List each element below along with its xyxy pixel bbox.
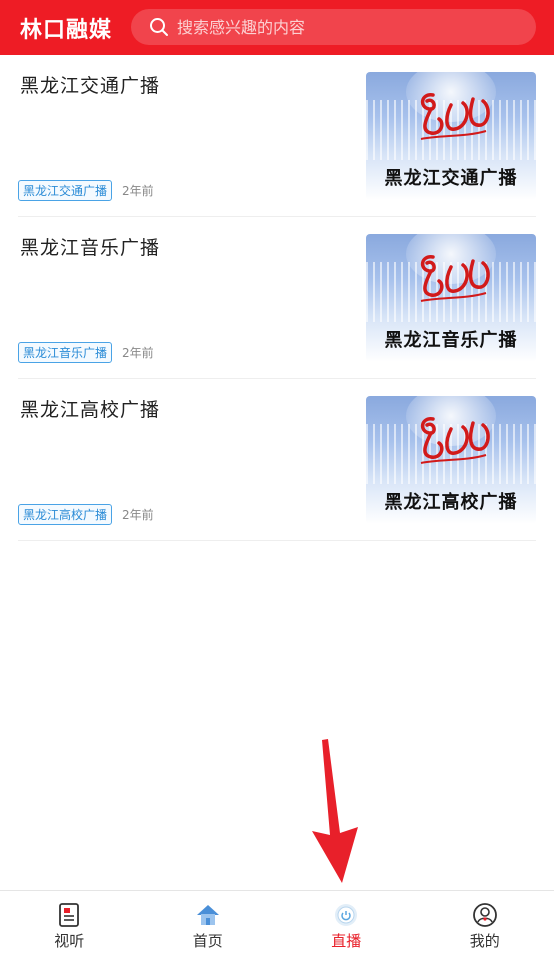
nav-label: 直播: [331, 930, 361, 951]
item-meta: 黑龙江交通广播 2年前: [18, 180, 154, 201]
nav-item-live[interactable]: 直播: [277, 891, 416, 955]
item-title[interactable]: 黑龙江音乐广播: [20, 233, 160, 260]
item-thumbnail[interactable]: 黑龙江交通广播: [366, 72, 536, 200]
station-logo-icon: [411, 249, 496, 309]
top-bar: 林口融媒: [0, 0, 554, 55]
thumb-caption: 黑龙江音乐广播: [366, 326, 536, 352]
station-logo-icon: [411, 411, 496, 471]
nav-label: 视听: [54, 930, 84, 951]
document-icon: [56, 902, 82, 928]
list-item[interactable]: 黑龙江交通广播 黑龙江交通广播 2年前 黑龙江交通广播: [18, 55, 536, 217]
source-tag[interactable]: 黑龙江交通广播: [18, 180, 112, 201]
item-title[interactable]: 黑龙江高校广播: [20, 395, 160, 422]
home-icon: [195, 902, 221, 928]
nav-item-home[interactable]: 首页: [139, 891, 278, 955]
list-item[interactable]: 黑龙江音乐广播 黑龙江音乐广播 2年前 黑龙江音乐广播: [18, 217, 536, 379]
item-time: 2年前: [122, 344, 154, 361]
live-icon: [333, 902, 359, 928]
item-thumbnail[interactable]: 黑龙江音乐广播: [366, 234, 536, 362]
source-tag[interactable]: 黑龙江音乐广播: [18, 342, 112, 363]
app-title: 林口融媒: [20, 12, 120, 44]
nav-label: 我的: [470, 930, 500, 951]
list-item[interactable]: 黑龙江高校广播 黑龙江高校广播 2年前 黑龙江高校广播: [18, 379, 536, 541]
thumb-caption: 黑龙江高校广播: [366, 488, 536, 514]
search-icon: [149, 17, 169, 37]
search-box[interactable]: [131, 9, 536, 45]
item-meta: 黑龙江高校广播 2年前: [18, 504, 154, 525]
nav-label: 首页: [193, 930, 223, 951]
item-thumbnail[interactable]: 黑龙江高校广播: [366, 396, 536, 524]
thumb-caption: 黑龙江交通广播: [366, 164, 536, 190]
bottom-navigation: 视听 首页 直播 我的: [0, 890, 554, 955]
item-time: 2年前: [122, 506, 154, 523]
station-logo-icon: [411, 87, 496, 147]
broadcast-list: 黑龙江交通广播 黑龙江交通广播 2年前 黑龙江交通广播 黑龙江音乐广播 黑龙江音…: [18, 55, 536, 541]
nav-item-shiting[interactable]: 视听: [0, 891, 139, 955]
source-tag[interactable]: 黑龙江高校广播: [18, 504, 112, 525]
search-input[interactable]: [175, 17, 519, 38]
item-meta: 黑龙江音乐广播 2年前: [18, 342, 154, 363]
red-arrow-annotation: [300, 735, 370, 885]
item-time: 2年前: [122, 182, 154, 199]
profile-icon: [472, 902, 498, 928]
item-title[interactable]: 黑龙江交通广播: [20, 71, 160, 98]
nav-item-mine[interactable]: 我的: [416, 891, 554, 955]
